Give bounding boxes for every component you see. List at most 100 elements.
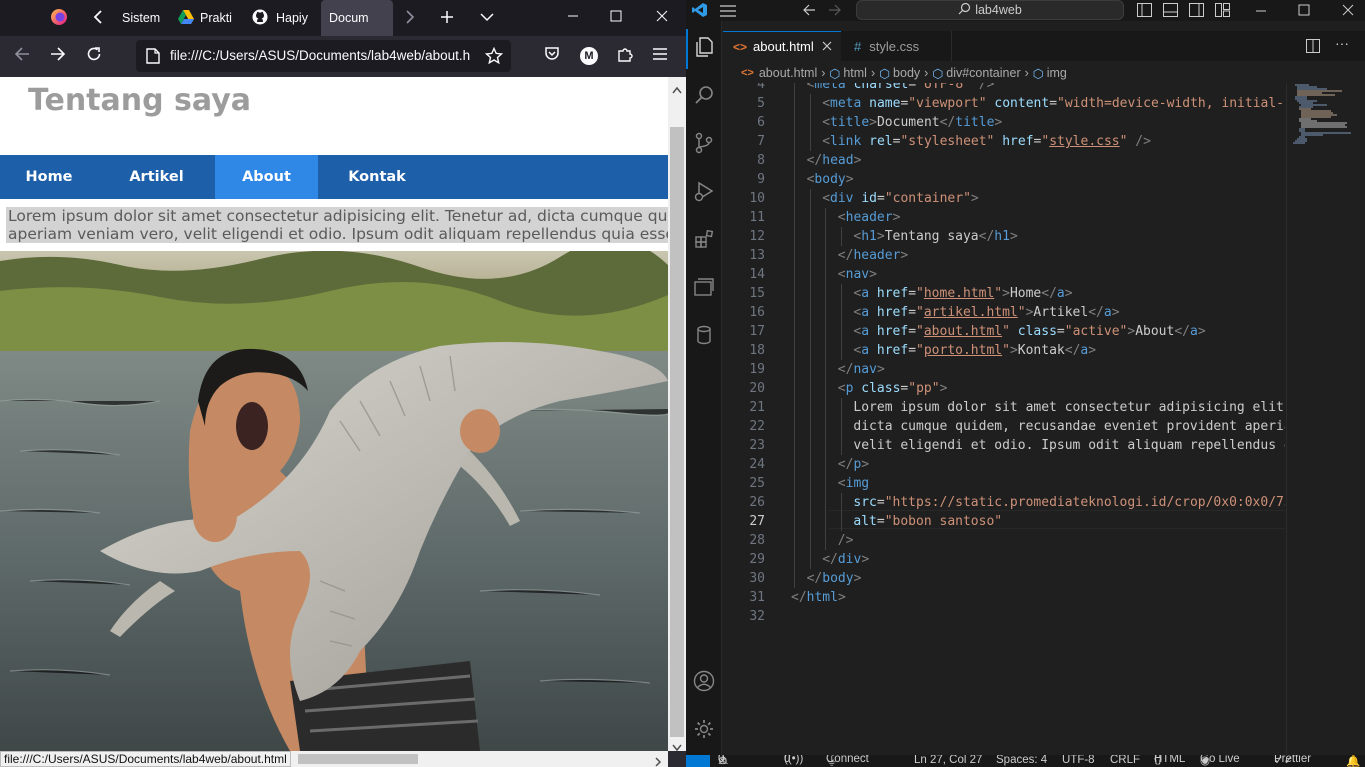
toggle-panel-icon[interactable] — [1163, 3, 1178, 22]
bookmark-star-icon[interactable] — [484, 46, 504, 70]
remote-indicator[interactable] — [686, 755, 710, 767]
code-token: nav — [853, 362, 877, 377]
line-number: 21 — [749, 400, 765, 415]
minimap[interactable] — [1286, 83, 1356, 755]
code-editor[interactable]: 4 <meta charset="UTF-8" /> 5 <meta name="vi… — [723, 83, 1285, 755]
tab-list-back-button[interactable] — [86, 0, 112, 36]
element-icon: ⬡ — [829, 66, 841, 81]
close-icon[interactable] — [1342, 3, 1354, 21]
arrow-right-icon[interactable] — [828, 3, 842, 22]
firefox-menu-button[interactable] — [44, 0, 74, 36]
nav-link-home[interactable]: Home — [0, 155, 98, 199]
close-window-button[interactable] — [639, 0, 685, 36]
browser-tab[interactable]: Sistem — [116, 0, 160, 36]
toggle-secondary-sidebar-icon[interactable] — [1189, 3, 1204, 22]
forward-button[interactable] — [42, 40, 74, 72]
site-nav: Home Artikel About Kontak — [0, 155, 668, 199]
code-token: name — [869, 96, 901, 111]
pocket-icon — [544, 46, 560, 67]
browser-tab[interactable]: Prakti — [172, 0, 232, 36]
code-token: " — [1002, 343, 1010, 358]
browser-tab-active[interactable]: Docum — [321, 0, 393, 36]
nav-link-about-active[interactable]: About — [215, 155, 318, 199]
code-token: Lorem ipsum dolor sit amet consectetur a… — [853, 400, 1285, 415]
browser-tab[interactable]: Hapiy — [246, 0, 310, 36]
customize-layout-icon[interactable] — [1215, 3, 1230, 22]
code-token: style.css — [1049, 134, 1120, 149]
nav-link-kontak[interactable]: Kontak — [318, 155, 436, 199]
arrow-left-icon[interactable] — [802, 3, 816, 22]
new-tab-button[interactable] — [434, 0, 460, 36]
scroll-down-arrow-icon[interactable] — [672, 739, 682, 752]
cursor-position[interactable]: Ln 27, Col 27 — [914, 755, 982, 766]
pocket-button[interactable] — [536, 40, 568, 72]
tab-scroll-right-button[interactable] — [398, 0, 422, 36]
toggle-primary-sidebar-icon[interactable] — [1137, 3, 1152, 22]
arrow-right-icon — [50, 46, 66, 67]
nav-link-artikel[interactable]: Artikel — [98, 155, 215, 199]
menu-icon[interactable] — [720, 4, 736, 22]
manage-button[interactable] — [686, 711, 722, 751]
reload-button[interactable] — [78, 40, 110, 72]
indent-guide — [825, 417, 827, 436]
explorer-button[interactable] — [686, 29, 722, 69]
breadcrumb-item[interactable]: div#container — [946, 66, 1020, 80]
code-line: </nav> — [838, 360, 885, 379]
code-line: <h1>Tentang saya</h1> — [853, 227, 1017, 246]
code-token: </ — [806, 153, 823, 168]
maximize-icon[interactable] — [1298, 3, 1310, 21]
breadcrumb-item[interactable]: body — [893, 66, 920, 80]
indentation[interactable]: Spaces: 4 — [996, 755, 1047, 766]
accounts-button[interactable] — [686, 663, 722, 703]
breadcrumb-item[interactable]: img — [1047, 66, 1067, 80]
minimize-button[interactable] — [550, 0, 596, 36]
line-ending[interactable]: CRLF — [1110, 755, 1140, 766]
code-token: </ — [1174, 324, 1190, 339]
minimize-icon[interactable] — [1255, 4, 1267, 22]
editor-tab[interactable]: # style.css — [842, 31, 952, 61]
encoding[interactable]: UTF-8 — [1062, 755, 1095, 766]
url-bar[interactable]: file:///C:/Users/ASUS/Documents/lab4web/… — [136, 40, 511, 72]
split-editor-icon[interactable] — [1306, 39, 1320, 58]
gear-icon — [693, 718, 715, 745]
maximize-button[interactable] — [593, 0, 639, 36]
scroll-up-arrow-icon[interactable] — [672, 81, 682, 94]
run-debug-button[interactable] — [686, 173, 722, 213]
indent-guide — [840, 417, 842, 436]
indent-guide — [794, 569, 795, 588]
code-token: > — [853, 571, 862, 586]
search-view-button[interactable] — [686, 77, 722, 117]
notifications-icon[interactable]: 🔔 — [1346, 755, 1360, 767]
close-tab-icon[interactable] — [822, 39, 832, 54]
scrollbar-thumb[interactable] — [298, 754, 418, 764]
line-number: 29 — [749, 552, 765, 567]
breadcrumb-item[interactable]: about.html — [759, 66, 817, 80]
source-control-button[interactable] — [686, 125, 722, 165]
code-token: </ — [791, 590, 807, 605]
files-icon — [693, 36, 715, 63]
account-button[interactable]: M — [573, 40, 605, 72]
database-button[interactable] — [686, 317, 722, 357]
code-token: "viewport" — [908, 96, 987, 111]
scroll-right-arrow-icon[interactable] — [654, 754, 662, 767]
vertical-scrollbar[interactable] — [668, 77, 686, 752]
list-all-tabs-button[interactable] — [474, 0, 500, 36]
scrollbar-thumb[interactable] — [670, 127, 684, 737]
more-actions-icon[interactable]: ··· — [1335, 35, 1349, 51]
code-token: header — [845, 210, 893, 225]
indent-guide — [794, 322, 795, 341]
code-token: "active" — [1064, 324, 1128, 339]
breadcrumb-item[interactable]: html — [843, 66, 867, 80]
line-number: 30 — [749, 571, 765, 586]
app-menu-button[interactable] — [644, 40, 676, 72]
editor-tab-active[interactable]: <> about.html — [723, 31, 841, 61]
extensions-button[interactable] — [609, 40, 641, 72]
command-center-search[interactable]: lab4web — [856, 0, 1124, 20]
remote-explorer-button[interactable] — [686, 269, 722, 309]
line-number: 31 — [749, 590, 765, 605]
intro-paragraph: Lorem ipsum dolor sit amet consectetur a… — [6, 207, 668, 243]
extensions-button[interactable] — [686, 221, 722, 261]
back-button[interactable] — [6, 40, 38, 72]
url-text[interactable]: file:///C:/Users/ASUS/Documents/lab4web/… — [170, 48, 470, 63]
